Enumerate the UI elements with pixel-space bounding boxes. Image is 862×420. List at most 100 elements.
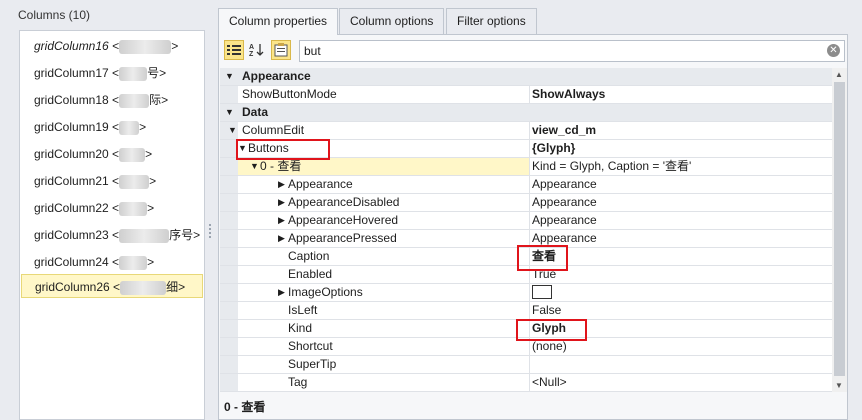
- property-name: ColumnEdit: [242, 123, 305, 137]
- column-item-tail: >: [145, 147, 153, 161]
- image-swatch: [532, 284, 552, 299]
- column-item-tail: >: [149, 174, 157, 188]
- property-value[interactable]: Appearance: [529, 230, 832, 247]
- highlight-kind-value: [516, 319, 587, 341]
- redacted-text: [119, 66, 148, 81]
- property-row[interactable]: IsLeft False: [220, 302, 832, 320]
- column-item[interactable]: gridColumn26 < 细>: [21, 274, 203, 298]
- redacted-text: [119, 39, 172, 54]
- property-grid-scrollbar[interactable]: ▲ ▼: [832, 68, 847, 392]
- tab-column-properties[interactable]: Column properties: [218, 8, 339, 35]
- property-name: Appearance: [288, 177, 353, 191]
- tab-filter-options[interactable]: Filter options: [446, 8, 537, 34]
- property-value[interactable]: <Null>: [529, 374, 832, 391]
- property-value[interactable]: [529, 284, 832, 301]
- column-item-label: gridColumn16 <: [34, 39, 120, 53]
- property-row[interactable]: SuperTip: [220, 356, 832, 374]
- svg-text:A: A: [249, 44, 254, 51]
- column-item-tail: 序号>: [169, 228, 201, 242]
- property-row[interactable]: ▶ AppearanceHovered Appearance: [220, 212, 832, 230]
- property-value[interactable]: Appearance: [529, 176, 832, 193]
- property-row[interactable]: ShowButtonMode ShowAlways: [220, 86, 832, 104]
- column-item[interactable]: gridColumn19 < >: [21, 115, 203, 139]
- property-name: Kind: [288, 321, 313, 335]
- property-value[interactable]: 查看: [529, 248, 832, 265]
- highlight-caption-value: [517, 245, 568, 271]
- property-row[interactable]: ▶ AppearanceDisabled Appearance: [220, 194, 832, 212]
- collapse-arrow-icon[interactable]: ▼: [228, 122, 237, 139]
- sort-az-icon[interactable]: AZ: [247, 40, 267, 60]
- column-item-label: gridColumn18 <: [34, 93, 120, 107]
- property-name: Enabled: [288, 267, 333, 281]
- column-item[interactable]: gridColumn20 < >: [21, 142, 203, 166]
- property-name: Data: [242, 105, 269, 119]
- svg-text:Z: Z: [249, 51, 254, 57]
- column-item-label: gridColumn20 <: [34, 147, 120, 161]
- redacted-text: [119, 255, 148, 270]
- property-name: AppearanceHovered: [288, 213, 399, 227]
- expand-arrow-icon[interactable]: ▶: [278, 230, 285, 247]
- property-value[interactable]: Appearance: [529, 194, 832, 211]
- column-item-tail: >: [171, 39, 179, 53]
- property-pages-icon[interactable]: [271, 40, 291, 60]
- redacted-text: [119, 147, 146, 162]
- column-item-label: gridColumn19 <: [34, 120, 120, 134]
- columns-caption: Columns (10): [18, 8, 91, 22]
- column-item-tail: 号>: [147, 66, 167, 80]
- expand-arrow-icon[interactable]: ▶: [278, 176, 285, 193]
- property-value[interactable]: Appearance: [529, 212, 832, 229]
- property-name: Caption: [288, 249, 330, 263]
- column-item-label: gridColumn26 <: [35, 280, 121, 294]
- selected-property-description: 0 - 查看: [224, 400, 266, 414]
- redacted-text: [119, 120, 140, 135]
- property-search-value: but: [304, 44, 321, 58]
- property-name: AppearancePressed: [288, 231, 397, 245]
- collapse-arrow-icon[interactable]: ▼: [225, 104, 234, 121]
- property-row[interactable]: ▼ ColumnEdit view_cd_m: [220, 122, 832, 140]
- splitter-grip[interactable]: [208, 222, 212, 238]
- property-name: SuperTip: [288, 357, 337, 371]
- property-grid[interactable]: ▼ Appearance ShowButtonMode ShowAlways ▼ Data…: [220, 68, 832, 392]
- column-item-label: gridColumn24 <: [34, 255, 120, 269]
- property-row[interactable]: ▼ 0 - 查看 Kind = Glyph, Caption = '查看': [220, 158, 832, 176]
- property-value[interactable]: False: [529, 302, 832, 319]
- expand-arrow-icon[interactable]: ▶: [278, 212, 285, 229]
- redacted-text: [119, 201, 148, 216]
- column-item[interactable]: gridColumn18 < 际>: [21, 88, 203, 112]
- property-search-input[interactable]: but ✕: [299, 40, 845, 62]
- property-value[interactable]: [529, 356, 832, 373]
- column-item[interactable]: gridColumn23 < 序号>: [21, 223, 203, 247]
- property-name: ShowButtonMode: [242, 87, 337, 101]
- column-item-label: gridColumn22 <: [34, 201, 120, 215]
- column-item[interactable]: gridColumn16 < >: [21, 34, 203, 58]
- property-name: 0 - 查看: [260, 159, 302, 173]
- property-value[interactable]: view_cd_m: [529, 122, 832, 139]
- column-item[interactable]: gridColumn22 < >: [21, 196, 203, 220]
- category-row[interactable]: ▼ Appearance: [220, 68, 832, 86]
- clear-search-icon[interactable]: ✕: [827, 44, 840, 57]
- columns-list[interactable]: gridColumn16 < > gridColumn17 < 号> gridColum…: [19, 30, 205, 420]
- collapse-arrow-icon[interactable]: ▼: [225, 68, 234, 85]
- property-value[interactable]: True: [529, 266, 832, 283]
- property-name: Shortcut: [288, 339, 333, 353]
- expand-arrow-icon[interactable]: ▶: [278, 284, 285, 301]
- property-row[interactable]: ▶ Appearance Appearance: [220, 176, 832, 194]
- property-value[interactable]: ShowAlways: [529, 86, 832, 103]
- column-item[interactable]: gridColumn24 < >: [21, 250, 203, 274]
- column-item[interactable]: gridColumn17 < 号>: [21, 61, 203, 85]
- property-name: ImageOptions: [288, 285, 363, 299]
- categorized-icon[interactable]: [224, 40, 244, 60]
- column-item-tail: >: [147, 201, 155, 215]
- column-item-tail: >: [147, 255, 155, 269]
- property-value[interactable]: {Glyph}: [529, 140, 832, 157]
- tab-column-options[interactable]: Column options: [339, 8, 445, 34]
- property-value[interactable]: Kind = Glyph, Caption = '查看': [529, 158, 832, 175]
- property-row[interactable]: Tag <Null>: [220, 374, 832, 392]
- property-row[interactable]: ▶ ImageOptions: [220, 284, 832, 302]
- column-item[interactable]: gridColumn21 < >: [21, 169, 203, 193]
- properties-panel: AZ but ✕ ▼ Appearance ShowButtonMode ShowAl…: [218, 34, 848, 420]
- redacted-text: [119, 174, 150, 189]
- expand-arrow-icon[interactable]: ▶: [278, 194, 285, 211]
- collapse-arrow-icon[interactable]: ▼: [250, 158, 259, 175]
- category-row[interactable]: ▼ Data: [220, 104, 832, 122]
